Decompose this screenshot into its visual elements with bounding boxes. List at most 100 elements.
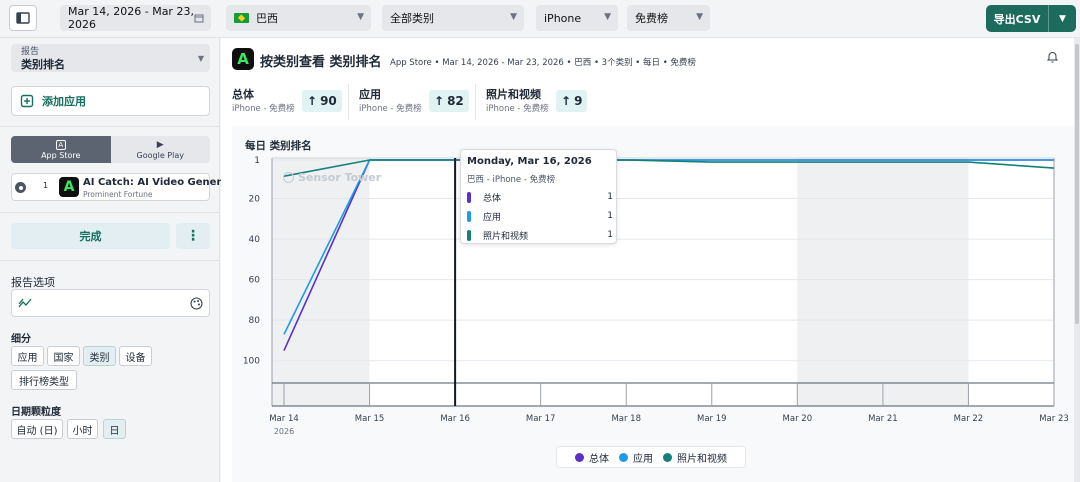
legend-label: 照片和视频 [677,453,727,465]
kebab-icon: ⋮ [186,228,200,244]
chevron-down-icon: ▼ [510,12,517,22]
tooltip-value: 1 [607,230,613,240]
date-range-picker[interactable]: Mar 14, 2026 - Mar 23, 2026 [60,5,211,31]
app-radio-icon[interactable] [15,182,26,193]
device-value: iPhone [544,11,582,25]
report-options-box[interactable] [11,289,210,317]
tooltip-row: 应用 1 [467,209,613,223]
arrow-up-icon: ↑ [434,94,445,108]
report-select[interactable]: 报告 类别排名 ▼ [11,44,210,72]
stat-sub: iPhone - 免费榜 [232,104,295,114]
x-tick-label: Mar 15 [355,414,385,424]
add-app-button[interactable]: 添加应用 [11,86,210,116]
stat-value: 90 [320,94,337,108]
country-value: 巴西 [256,12,278,25]
chart-type-select[interactable]: 免费榜 ▼ [627,5,710,31]
y-tick-label: 1 [254,156,260,166]
scrollbar-thumb[interactable] [1075,44,1079,324]
legend-dot [575,452,584,462]
stat-name: 应用 [359,88,381,101]
store-tabs: A App Store ▶ Google Play [11,136,210,163]
tab-google-play[interactable]: ▶ Google Play [110,136,210,163]
app-rank: 1 [43,181,49,190]
tooltip-date: Monday, Mar 16, 2026 [467,156,592,167]
chip-category[interactable]: 类别 [83,346,116,366]
app-publisher: Prominent Fortune [83,190,153,199]
stat-sub: iPhone - 免费榜 [486,104,549,114]
legend-label: 总体 [589,453,609,465]
brazil-flag-icon [234,13,249,23]
stat-value: 82 [447,94,464,108]
selected-app-card[interactable]: 1 A AI Catch: AI Video Genera... Promine… [11,173,240,201]
stat-name: 照片和视频 [486,88,541,101]
export-csv-button[interactable]: 导出CSV [986,5,1048,32]
tooltip-series: 应用 [483,212,502,223]
divider [475,84,476,120]
chevron-down-icon: ▼ [604,12,611,22]
report-value: 类别排名 [21,58,65,71]
legend-item-overall[interactable]: 总体 [575,450,609,465]
sidebar-toggle-button[interactable] [9,5,37,31]
stat-value: 9 [574,94,583,108]
x-tick-label: Mar 21 [868,414,898,424]
divider [0,126,219,127]
x-tick-label: Mar 20 [783,414,813,424]
divider [0,212,219,213]
watermark-text: Sensor Tower [298,171,382,184]
y-tick-label: 40 [249,235,261,245]
weekend-band [797,158,969,406]
chip-country[interactable]: 国家 [47,346,80,366]
bell-icon[interactable] [1047,51,1058,63]
granularity-chips: 自动 (日) 小时 日 [11,419,211,441]
sensor-tower-logo-icon [283,172,294,183]
tooltip-row: 照片和视频 1 [467,228,613,242]
legend-dot [663,452,672,462]
stat-sub: iPhone - 免费榜 [359,104,422,114]
x-tick-label: Mar 17 [526,414,556,424]
device-select[interactable]: iPhone ▼ [536,5,618,31]
stat-badge-overall: ↑ 90 [302,90,342,112]
stat-badge-apps: ↑ 82 [429,90,469,112]
done-button[interactable]: 完成 [11,223,170,249]
chevron-down-icon: ▼ [696,12,703,22]
more-options-button[interactable]: ⋮ [176,223,210,249]
x-tick-label: Mar 14 [269,414,299,424]
chip-device[interactable]: 设备 [119,346,152,366]
palette-icon[interactable] [190,297,203,310]
app-store-icon: A [55,139,66,150]
sensor-tower-watermark: Sensor Tower [283,171,381,184]
legend-item-photo-video[interactable]: 照片和视频 [663,450,727,465]
divider [0,260,219,261]
country-select[interactable]: 巴西 ▼ [226,5,371,31]
trend-line-icon [18,298,32,308]
chip-app[interactable]: 应用 [11,346,44,366]
chip-auto-day[interactable]: 自动 (日) [11,419,63,439]
tooltip-sub: 巴西 - iPhone - 免费榜 [467,175,556,185]
calendar-icon [194,14,204,23]
stat-apps: 应用 iPhone - 免费榜 [359,86,422,114]
legend-item-apps[interactable]: 应用 [619,450,653,465]
series-swatch [467,210,471,222]
app-logo-icon: A [232,48,254,70]
category-select[interactable]: 全部类别 ▼ [382,5,524,31]
add-app-label: 添加应用 [42,95,86,108]
tooltip-series: 总体 [483,193,502,204]
google-play-icon: ▶ [156,139,164,150]
chevron-down-icon: ▼ [357,12,364,22]
weekend-band [272,158,370,406]
tab-app-store[interactable]: A App Store [11,136,111,163]
chip-hour[interactable]: 小时 [67,419,98,439]
series-swatch [467,191,471,203]
chip-day[interactable]: 日 [103,419,126,439]
chart-legend: 总体 应用 照片和视频 [556,446,746,468]
divider [348,84,349,120]
tooltip-row: 总体 1 [467,190,613,204]
category-value: 全部类别 [390,12,434,25]
app-name: AI Catch: AI Video Genera... [83,177,240,188]
chip-chart-type[interactable]: 排行榜类型 [11,370,77,390]
y-tick-label: 100 [243,357,260,367]
x-tick-label: Mar 22 [954,414,984,424]
chart-tooltip: Monday, Mar 16, 2026 巴西 - iPhone - 免费榜 总… [460,149,617,244]
x-year-label: 2026 [274,427,294,436]
export-options-button[interactable]: ▼ [1048,5,1076,32]
